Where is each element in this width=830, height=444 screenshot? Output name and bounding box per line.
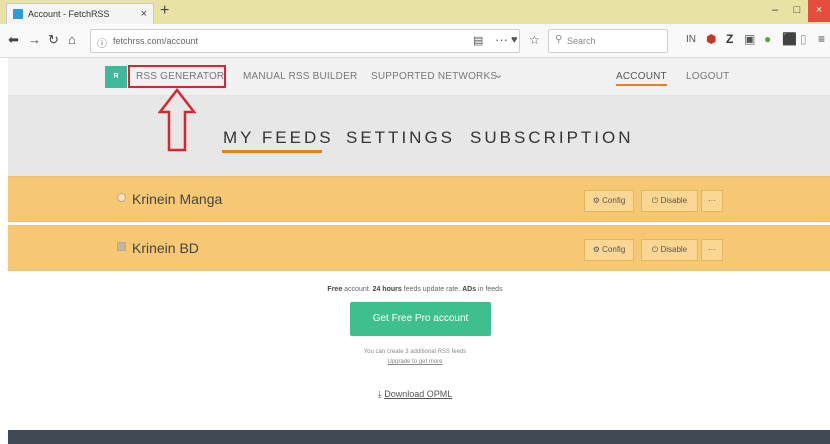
extension-icon[interactable]: ● [764, 32, 771, 46]
feed-status-icon [117, 242, 126, 251]
bookmark-star-icon[interactable]: ☆ [529, 33, 540, 47]
addon-badge-icon[interactable]: ⬛ [782, 32, 797, 46]
download-opml-link[interactable]: ⤓ Download OPML [0, 389, 830, 400]
disable-button[interactable]: ⏻ Disable [641, 190, 698, 212]
search-input[interactable]: ⚲ Search [548, 29, 668, 53]
active-tab-underline [222, 150, 322, 153]
feed-name[interactable]: Krinein Manga [132, 191, 222, 207]
plan-text-2: feeds update rate. [401, 286, 463, 293]
account-plan-info: Free account. 24 hours feeds update rate… [0, 286, 830, 293]
address-bar[interactable]: ⓘ fetchrss.com/account ▤ ··· ♥ ☆ [90, 29, 540, 53]
forward-icon[interactable]: → [28, 32, 41, 47]
disable-label: Disable [660, 196, 688, 205]
window-close-button[interactable]: × [808, 0, 830, 22]
search-icon: ⚲ [555, 34, 563, 45]
nav-supported-networks[interactable]: SUPPORTED NETWORKS [371, 71, 497, 82]
config-label: Config [602, 196, 626, 205]
config-label: Config [602, 245, 626, 254]
library-icon[interactable]: IN [686, 34, 696, 45]
annotation-highlight-box [128, 65, 226, 88]
disable-button[interactable]: ⏻ Disable [641, 239, 698, 261]
plan-text-1: account. [342, 286, 373, 293]
more-options-button[interactable]: ··· [701, 190, 723, 212]
config-button[interactable]: ⚙ Config [584, 239, 634, 261]
tab-settings[interactable]: SETTINGS [346, 128, 455, 148]
feed-row: Krinein BD ⚙ Config ⏻ Disable ··· [8, 225, 830, 271]
pocket-icon[interactable]: ♥ [511, 34, 518, 46]
reader-view-icon[interactable]: ▤ [473, 34, 483, 47]
reload-icon[interactable]: ↻ [48, 32, 59, 48]
browser-tab-title: Account - FetchRSS [28, 9, 110, 19]
window-controls: – □ × [764, 0, 830, 22]
tab-close-icon[interactable]: × [141, 8, 147, 20]
screenshot-icon[interactable]: ▣ [744, 32, 755, 46]
feed-name[interactable]: Krinein BD [132, 240, 199, 256]
get-pro-account-button[interactable]: Get Free Pro account [350, 302, 491, 336]
plan-hours: 24 hours [372, 286, 402, 293]
nav-account[interactable]: ACCOUNT [616, 71, 667, 86]
config-button[interactable]: ⚙ Config [584, 190, 634, 212]
site-info-icon[interactable]: ⓘ [97, 35, 107, 50]
tab-my-feeds[interactable]: MY FEEDS [223, 128, 334, 148]
disable-label: Disable [660, 245, 688, 254]
plan-text-3: in feeds [476, 286, 503, 293]
nav-manual-rss-builder[interactable]: MANUAL RSS BUILDER [243, 71, 357, 82]
download-icon: ⤓ [377, 389, 382, 399]
zotero-icon[interactable]: Z [726, 32, 733, 46]
nav-logout[interactable]: LOGOUT [686, 71, 729, 82]
browser-tab-strip: Account - FetchRSS × + – □ × [0, 0, 830, 24]
download-opml-label: Download OPML [384, 389, 453, 399]
ublock-icon[interactable]: ⬢ [706, 32, 716, 46]
annotation-arrow-icon [158, 88, 196, 152]
more-options-button[interactable]: ··· [701, 239, 723, 261]
sidebar-icon[interactable]: ▯ [800, 32, 807, 46]
search-placeholder: Search [567, 36, 596, 46]
chevron-down-icon: ⌄ [494, 69, 504, 81]
back-icon[interactable]: ⬅ [8, 32, 19, 48]
menu-icon[interactable]: ≡ [818, 32, 825, 46]
upgrade-link[interactable]: Upgrade to get more [0, 359, 830, 365]
tab-subscription[interactable]: SUBSCRIPTION [470, 128, 634, 148]
favicon-icon [13, 9, 23, 19]
page-actions-icon[interactable]: ··· [495, 32, 508, 47]
plan-free: Free [327, 286, 343, 293]
browser-navigation-bar: ⬅ → ↻ ⌂ ⓘ fetchrss.com/account ▤ ··· ♥ ☆… [0, 24, 830, 58]
restore-button[interactable]: □ [786, 0, 808, 22]
feed-row: Krinein Manga ⚙ Config ⏻ Disable ··· [8, 176, 830, 222]
remaining-feeds-text: You can create 3 additional RSS feeds [363, 349, 467, 355]
feed-status-icon [117, 193, 126, 202]
minimize-button[interactable]: – [764, 0, 786, 22]
home-icon[interactable]: ⌂ [68, 32, 76, 47]
new-tab-button[interactable]: + [160, 2, 169, 20]
address-url: fetchrss.com/account [113, 36, 199, 46]
site-footer [8, 430, 830, 444]
plan-ads: ADs [462, 286, 477, 293]
browser-tab[interactable]: Account - FetchRSS × [6, 3, 154, 24]
site-logo[interactable]: R [105, 66, 127, 88]
